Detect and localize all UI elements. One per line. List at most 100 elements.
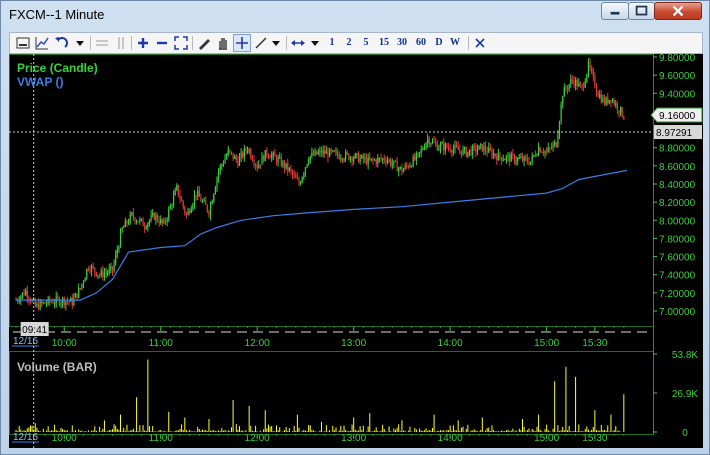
candle-body [423, 148, 426, 150]
horizontal-split-icon[interactable] [94, 35, 110, 51]
pencil-icon[interactable] [196, 35, 212, 51]
candle-body [544, 151, 546, 154]
period-button-1[interactable]: 1 [324, 35, 340, 51]
candle-body [182, 201, 184, 208]
period-button-15[interactable]: 15 [376, 35, 392, 51]
candle-body [623, 116, 625, 120]
candle-body [213, 194, 215, 202]
candle-body [422, 149, 424, 151]
period-button-2[interactable]: 2 [341, 35, 357, 51]
trendline-dropdown-icon[interactable] [268, 35, 284, 51]
candle-body [483, 146, 485, 152]
candle-body [82, 281, 85, 284]
candle-body [187, 210, 189, 216]
price-x-tick-label: 13:00 [341, 338, 366, 349]
candle-body [134, 217, 136, 222]
zoom-out-icon[interactable] [154, 35, 170, 51]
candle-body [57, 296, 59, 299]
period-button-30[interactable]: 30 [394, 35, 410, 51]
candle-body [113, 262, 115, 271]
candle-body [555, 142, 557, 148]
chart-canvas[interactable]: 7.00000 7.20000 7.40000 7.60000 7.80000 8.000… [9, 54, 703, 448]
candle-body [86, 269, 88, 279]
candle-body [256, 165, 258, 169]
candle-body [317, 152, 319, 155]
candle-body [123, 226, 125, 228]
candle-body [369, 156, 371, 160]
candle-body [89, 269, 91, 272]
pan-hand-icon[interactable] [215, 35, 231, 51]
candle-body [229, 149, 231, 152]
candle-body [208, 211, 210, 216]
candle-body [306, 164, 308, 168]
period-button-60[interactable]: 60 [413, 35, 429, 51]
candle-body [607, 97, 609, 104]
candle-body [139, 219, 141, 222]
candle-body [147, 223, 149, 228]
candle-body [156, 215, 159, 221]
candle-body [95, 272, 97, 276]
chart-save-icon[interactable] [15, 35, 31, 51]
scroll-dropdown-icon[interactable] [307, 35, 323, 51]
horizontal-arrows-icon[interactable] [290, 35, 306, 51]
title-bar[interactable]: FXCM--1 Minute [1, 1, 709, 29]
candle-body [28, 297, 30, 300]
candle-body [280, 157, 282, 166]
candle-body [513, 155, 516, 162]
candle-body [325, 151, 327, 154]
undo-icon[interactable] [53, 35, 69, 51]
candle-body [264, 149, 266, 162]
remove-drawings-icon[interactable] [472, 35, 488, 51]
candle-body [240, 152, 242, 158]
candle-body [330, 149, 332, 152]
vertical-split-icon[interactable] [113, 35, 129, 51]
candle-body [549, 147, 551, 149]
candle-body [124, 220, 126, 227]
fit-screen-icon[interactable] [173, 35, 189, 51]
trendline-icon[interactable] [253, 35, 269, 51]
candle-body [290, 168, 292, 171]
line-chart-icon[interactable] [34, 35, 50, 51]
candle-body [121, 227, 123, 232]
candle-body [222, 163, 225, 165]
candle-body [428, 138, 430, 145]
candle-body [68, 301, 70, 303]
candle-body [304, 167, 307, 174]
candle-body [359, 157, 361, 163]
maximize-button[interactable] [628, 2, 655, 20]
period-button-5[interactable]: 5 [358, 35, 374, 51]
candle-body [380, 157, 382, 160]
candle-body [176, 185, 178, 190]
candle-body [444, 144, 446, 151]
candle-body [271, 155, 273, 159]
candle-body [484, 146, 487, 151]
candle-body [364, 157, 366, 160]
undo-dropdown-icon[interactable] [72, 35, 88, 51]
candle-body [608, 99, 610, 104]
candle-body [597, 92, 599, 97]
crosshair-icon[interactable] [233, 34, 251, 52]
candle-body [298, 179, 300, 185]
chart-area[interactable]: 7.00000 7.20000 7.40000 7.60000 7.80000 8.000… [9, 54, 703, 448]
candle-body [23, 292, 25, 295]
candle-body [92, 266, 94, 268]
candle-body [531, 155, 533, 162]
period-button-W[interactable]: W [447, 35, 463, 51]
candle-body [520, 157, 522, 159]
close-icon [672, 5, 684, 17]
candle-body [322, 150, 324, 154]
candle-body [402, 169, 405, 173]
price-x-tick-label: 15:00 [534, 338, 559, 349]
candle-body [195, 195, 197, 197]
candle-body [382, 158, 384, 160]
candle-body [480, 144, 482, 146]
close-button[interactable] [654, 2, 702, 20]
period-button-D[interactable]: D [431, 35, 447, 51]
candle-body [354, 153, 356, 159]
candle-body [246, 150, 249, 152]
candle-body [127, 222, 130, 224]
candle-body [435, 142, 437, 144]
candle-body [571, 79, 573, 81]
zoom-in-icon[interactable] [135, 35, 151, 51]
minimize-button[interactable] [601, 2, 629, 20]
